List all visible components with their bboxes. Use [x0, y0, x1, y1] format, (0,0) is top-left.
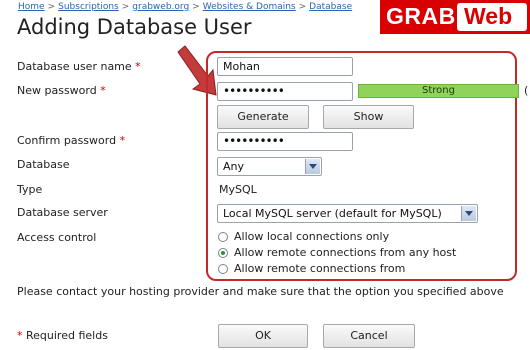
password-label: New password *: [17, 84, 106, 97]
chevron-down-icon: [461, 206, 476, 221]
database-server-select[interactable]: Local MySQL server (default for MySQL): [217, 204, 478, 223]
required-fields-text: Required fields: [26, 329, 108, 342]
breadcrumb-subscriptions-link[interactable]: Subscriptions: [58, 2, 119, 12]
username-input[interactable]: Mohan: [217, 57, 353, 76]
cancel-button[interactable]: Cancel: [323, 324, 415, 348]
ok-button[interactable]: OK: [218, 324, 308, 348]
access-control-label: Access control: [17, 231, 97, 244]
access-radio-local[interactable]: [218, 232, 228, 242]
database-select[interactable]: Any: [217, 157, 322, 176]
required-mark: *: [100, 84, 106, 97]
type-label: Type: [17, 183, 43, 196]
password-input[interactable]: ••••••••••: [217, 82, 353, 101]
breadcrumb-separator: >: [47, 2, 56, 12]
required-mark: *: [119, 134, 126, 147]
breadcrumb-home-link[interactable]: Home: [18, 2, 45, 12]
required-mark: *: [135, 60, 141, 73]
access-option-specific-label: Allow remote connections from: [234, 262, 406, 275]
database-server-select-value: Local MySQL server (default for MySQL): [223, 207, 442, 220]
password-label-text: New password: [17, 84, 97, 97]
breadcrumb-database-link[interactable]: Database: [309, 2, 352, 12]
confirm-password-label-text: Confirm password: [17, 134, 117, 147]
breadcrumb: Home > Subscriptions > grabweb.org > Websites …: [18, 2, 352, 12]
access-option-any-host-label: Allow remote connections from any host: [234, 246, 457, 259]
breadcrumb-separator: >: [192, 2, 200, 12]
breadcrumb-separator: >: [121, 2, 130, 12]
database-server-label: Database server: [17, 206, 108, 219]
page-title: Adding Database User: [17, 15, 252, 39]
breadcrumb-domain-link[interactable]: grabweb.org: [132, 2, 189, 12]
grabweb-logo: GRAB Web: [380, 0, 530, 34]
logo-text-grab: GRAB: [386, 3, 456, 29]
confirm-password-input[interactable]: ••••••••••: [217, 132, 353, 151]
access-radio-any-host[interactable]: [218, 248, 228, 258]
username-label: Database user name *: [17, 60, 141, 73]
access-option-local-label: Allow local connections only: [234, 230, 390, 243]
breadcrumb-websites-link[interactable]: Websites & Domains: [203, 2, 296, 12]
required-mark: *: [17, 329, 23, 342]
logo-text-web: Web: [464, 3, 513, 29]
generate-password-button[interactable]: Generate: [217, 105, 309, 129]
breadcrumb-separator: >: [298, 2, 307, 12]
required-fields-note: * Required fields: [17, 329, 108, 342]
strength-extra-text: (: [524, 84, 529, 97]
username-label-text: Database user name: [17, 60, 132, 73]
logo-web-box: Web: [457, 3, 527, 31]
show-password-button[interactable]: Show: [323, 105, 414, 129]
confirm-password-label: Confirm password *: [17, 134, 125, 147]
chevron-down-icon: [305, 159, 320, 174]
database-select-value: Any: [223, 160, 245, 173]
access-radio-specific-host[interactable]: [218, 264, 228, 274]
database-label: Database: [17, 158, 70, 171]
hosting-provider-note: Please contact your hosting provider and…: [17, 285, 504, 298]
password-strength-meter: Strong: [358, 84, 519, 98]
type-value: MySQL: [219, 183, 257, 196]
